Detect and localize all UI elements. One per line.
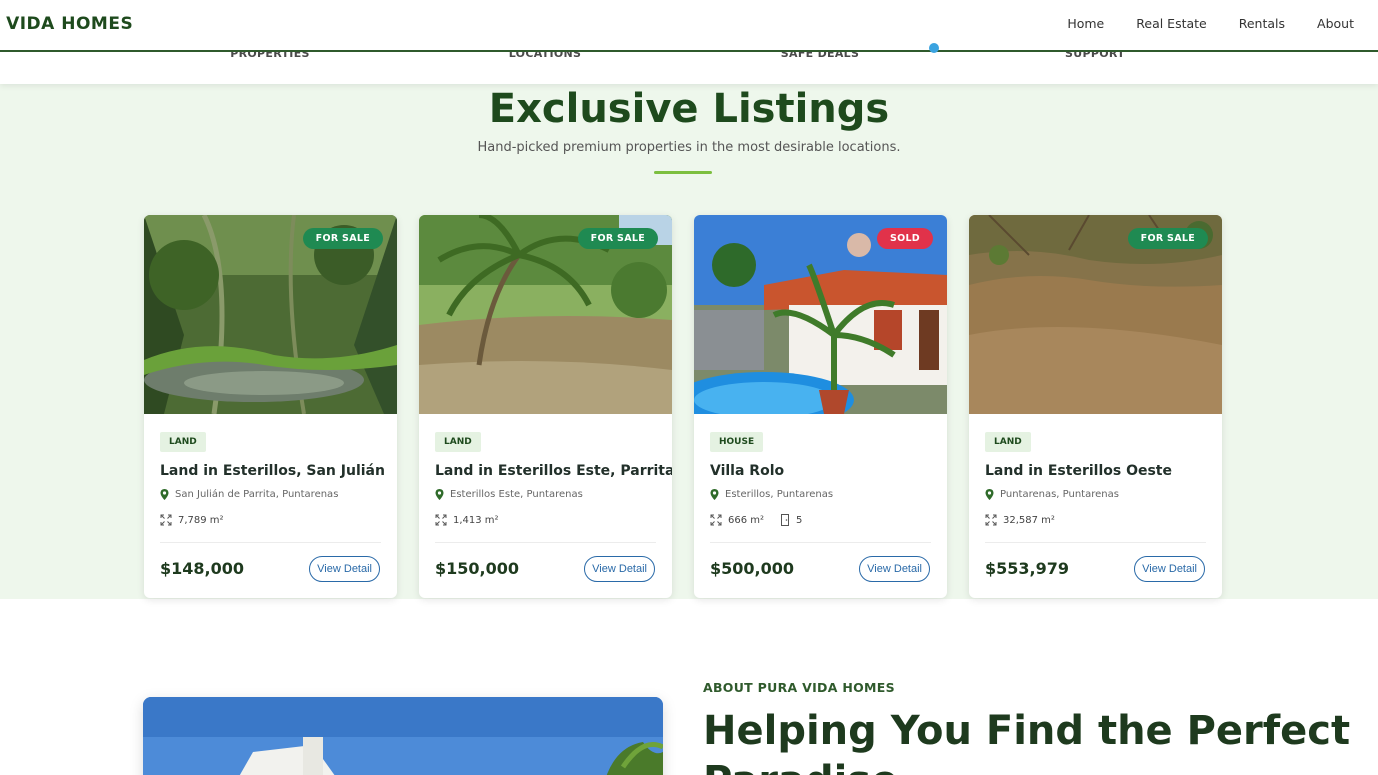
card-stats: 666 m² 5 — [710, 514, 802, 526]
about-title: Helping You Find the Perfect — [703, 708, 1351, 754]
card-divider — [710, 542, 931, 543]
area-expand-icon — [985, 514, 997, 526]
card-divider — [985, 542, 1206, 543]
listings-section: Exclusive Listings Hand-picked premium p… — [0, 84, 1378, 599]
card-title[interactable]: Land in Esterillos, San Julián — [160, 463, 390, 479]
area-value: 1,413 m² — [453, 514, 499, 526]
type-badge: HOUSE — [710, 432, 764, 452]
card-stats: 7,789 m² — [160, 514, 224, 526]
about-photo — [143, 697, 663, 775]
nav-home[interactable]: Home — [1067, 16, 1104, 31]
status-badge: FOR SALE — [1127, 228, 1208, 249]
door-icon — [781, 514, 790, 526]
card-location: Esterillos Este, Puntarenas — [435, 489, 583, 500]
property-card[interactable]: FOR SALE LAND Land in Esterillos Oeste P… — [969, 215, 1222, 598]
card-stats: 32,587 m² — [985, 514, 1055, 526]
section-subtitle: Hand-picked premium properties in the mo… — [477, 140, 901, 155]
nav-about[interactable]: About — [1317, 16, 1354, 31]
location-pin-icon — [710, 489, 719, 500]
card-title[interactable]: Villa Rolo — [710, 463, 940, 479]
type-badge: LAND — [985, 432, 1031, 452]
card-stats: 1,413 m² — [435, 514, 499, 526]
status-badge: FOR SALE — [302, 228, 383, 249]
location-text: Puntarenas, Puntarenas — [1000, 489, 1119, 500]
about-title-line2: Paradise — [703, 758, 898, 775]
rooms-stat: 5 — [780, 514, 802, 526]
card-price: $553,979 — [985, 559, 1070, 578]
type-badge: LAND — [160, 432, 206, 452]
area-expand-icon — [160, 514, 172, 526]
scroll-indicator-dot — [929, 43, 939, 53]
top-navigation: A VIDA HOMES Home Real Estate Rentals Ab… — [0, 0, 1378, 52]
nav-links: Home Real Estate Rentals About — [1067, 16, 1354, 31]
status-badge: SOLD — [876, 228, 933, 249]
area-stat: 32,587 m² — [985, 514, 1055, 526]
area-expand-icon — [710, 514, 722, 526]
title-underline — [654, 171, 712, 174]
view-detail-button[interactable]: View Detail — [1134, 556, 1205, 582]
card-title[interactable]: Land in Esterillos Oeste — [985, 463, 1215, 479]
status-badge: FOR SALE — [577, 228, 658, 249]
brand-logo[interactable]: A VIDA HOMES — [0, 14, 133, 34]
property-card[interactable]: FOR SALE LAND Land in Esterillos Este, P… — [419, 215, 672, 598]
view-detail-button[interactable]: View Detail — [584, 556, 655, 582]
card-price: $148,000 — [160, 559, 245, 578]
area-stat: 1,413 m² — [435, 514, 499, 526]
view-detail-button[interactable]: View Detail — [309, 556, 380, 582]
area-value: 32,587 m² — [1003, 514, 1055, 526]
area-value: 7,789 m² — [178, 514, 224, 526]
nav-rentals[interactable]: Rentals — [1239, 16, 1285, 31]
card-location: Puntarenas, Puntarenas — [985, 489, 1119, 500]
about-eyebrow: ABOUT PURA VIDA HOMES — [703, 680, 895, 695]
property-card[interactable]: FOR SALE LAND Land in Esterillos, San Ju… — [144, 215, 397, 598]
nav-real-estate[interactable]: Real Estate — [1136, 16, 1206, 31]
card-location: San Julián de Parrita, Puntarenas — [160, 489, 338, 500]
card-price: $500,000 — [710, 559, 795, 578]
property-card[interactable]: SOLD HOUSE Villa Rolo Esterillos, Puntar… — [694, 215, 947, 598]
area-value: 666 m² — [728, 514, 765, 526]
area-stat: 7,789 m² — [160, 514, 224, 526]
card-title[interactable]: Land in Esterillos Este, Parrita — [435, 463, 672, 479]
card-divider — [435, 542, 656, 543]
area-stat: 666 m² — [710, 514, 764, 526]
location-text: Esterillos Este, Puntarenas — [450, 489, 583, 500]
location-pin-icon — [435, 489, 444, 500]
section-title: Exclusive Listings — [488, 86, 890, 132]
rooms-value: 5 — [796, 514, 803, 526]
type-badge: LAND — [435, 432, 481, 452]
card-price: $150,000 — [435, 559, 520, 578]
location-pin-icon — [985, 489, 994, 500]
card-location: Esterillos, Puntarenas — [710, 489, 833, 500]
location-text: San Julián de Parrita, Puntarenas — [175, 489, 339, 500]
card-divider — [160, 542, 381, 543]
location-text: Esterillos, Puntarenas — [725, 489, 834, 500]
location-pin-icon — [160, 489, 169, 500]
view-detail-button[interactable]: View Detail — [859, 556, 930, 582]
area-expand-icon — [435, 514, 447, 526]
